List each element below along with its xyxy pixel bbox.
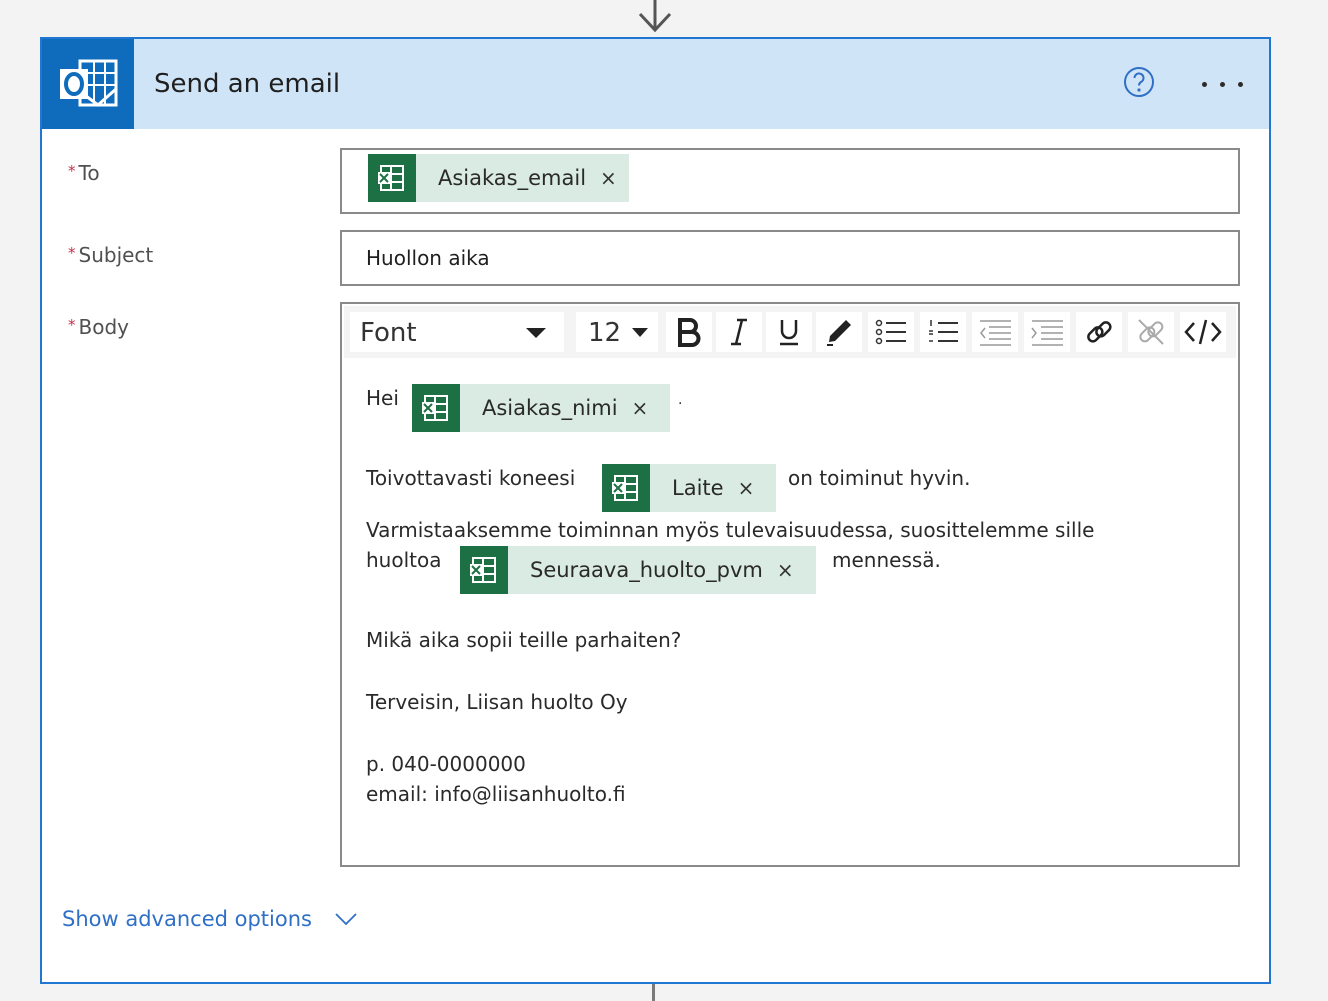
token-label: Laite bbox=[672, 476, 724, 500]
card-title: Send an email bbox=[154, 69, 341, 99]
body-line-2-start: Toivottavasti koneesi bbox=[366, 466, 576, 490]
show-advanced-options-label: Show advanced options bbox=[62, 907, 312, 931]
bullet-list-icon bbox=[875, 319, 906, 345]
required-marker: * bbox=[68, 162, 76, 180]
numbered-list-button[interactable] bbox=[920, 312, 966, 352]
flow-arrow-icon bbox=[638, 0, 672, 33]
insert-link-button[interactable] bbox=[1076, 312, 1122, 352]
help-icon[interactable] bbox=[1122, 65, 1156, 99]
outlook-icon bbox=[60, 59, 118, 107]
chevron-down-icon bbox=[526, 328, 546, 338]
subject-value: Huollon aika bbox=[366, 246, 490, 270]
flow-connector bbox=[652, 984, 655, 1001]
code-view-button[interactable] bbox=[1180, 312, 1226, 352]
code-icon bbox=[1184, 319, 1222, 345]
excel-token-icon bbox=[368, 154, 416, 202]
font-family-value: Font bbox=[360, 318, 417, 348]
underline-button[interactable] bbox=[766, 312, 812, 352]
send-email-action-card: Send an email * To Asiakas_email × * Subje… bbox=[40, 37, 1271, 984]
chevron-down-icon bbox=[335, 913, 357, 926]
card-header[interactable]: Send an email bbox=[42, 39, 1269, 129]
more-dot-icon bbox=[1238, 82, 1243, 87]
body-question: Mikä aika sopii teille parhaiten? bbox=[366, 628, 682, 652]
link-icon bbox=[1087, 321, 1112, 343]
body-greeting: Hei bbox=[366, 386, 399, 410]
subject-input[interactable]: Huollon aika bbox=[340, 230, 1240, 286]
underline-icon bbox=[780, 320, 798, 346]
token-label: Seuraava_huolto_pvm bbox=[530, 558, 763, 582]
required-marker: * bbox=[68, 316, 76, 334]
token-remove-icon[interactable]: × bbox=[738, 476, 755, 500]
body-editor[interactable]: Font 12 Hei Asiakas_nimi × · Toivottavas… bbox=[340, 302, 1240, 867]
body-email: email: info@liisanhuolto.fi bbox=[366, 782, 626, 806]
token-label: Asiakas_nimi bbox=[482, 396, 618, 420]
font-family-dropdown[interactable]: Font bbox=[350, 312, 564, 352]
subject-label: * Subject bbox=[68, 243, 153, 267]
font-size-value: 12 bbox=[588, 318, 622, 348]
token-remove-icon[interactable]: × bbox=[632, 396, 649, 420]
outlook-app-icon-box bbox=[42, 39, 134, 129]
more-options-button[interactable] bbox=[1192, 63, 1256, 103]
bullet-list-button[interactable] bbox=[868, 312, 914, 352]
outdent-icon bbox=[980, 320, 1011, 346]
italic-icon bbox=[731, 318, 747, 346]
token-remove-icon[interactable]: × bbox=[777, 558, 794, 582]
excel-token-icon bbox=[412, 384, 460, 432]
highlight-button[interactable] bbox=[816, 312, 862, 352]
decrease-indent-button[interactable] bbox=[972, 312, 1018, 352]
to-input[interactable]: Asiakas_email × bbox=[340, 148, 1240, 214]
body-phone: p. 040-0000000 bbox=[366, 752, 526, 776]
chevron-down-icon bbox=[632, 328, 648, 337]
bold-button[interactable] bbox=[666, 312, 712, 352]
body-signature: Terveisin, Liisan huolto Oy bbox=[366, 690, 628, 714]
body-label-text: Body bbox=[78, 315, 130, 339]
unlink-icon bbox=[1138, 319, 1164, 345]
remove-link-button[interactable] bbox=[1128, 312, 1174, 352]
more-dot-icon bbox=[1202, 82, 1207, 87]
to-label-text: To bbox=[78, 161, 100, 185]
body-token-seuraava-huolto-pvm[interactable]: Seuraava_huolto_pvm × bbox=[460, 546, 816, 594]
bold-icon bbox=[678, 318, 701, 347]
numbered-list-icon bbox=[929, 320, 958, 342]
body-line-4-end: mennessä. bbox=[832, 548, 941, 572]
excel-token-icon bbox=[460, 546, 508, 594]
required-marker: * bbox=[68, 244, 76, 262]
more-dot-icon bbox=[1220, 82, 1225, 87]
token-label: Asiakas_email bbox=[438, 166, 587, 190]
greeting-suffix: · bbox=[678, 396, 683, 412]
body-token-laite[interactable]: Laite × bbox=[602, 464, 777, 512]
italic-button[interactable] bbox=[716, 312, 762, 352]
body-line-2-end: on toiminut hyvin. bbox=[788, 466, 971, 490]
rich-text-toolbar: Font 12 bbox=[344, 306, 1236, 358]
increase-indent-button[interactable] bbox=[1024, 312, 1070, 352]
to-label: * To bbox=[68, 161, 100, 185]
indent-icon bbox=[1031, 320, 1063, 346]
body-line-3: Varmistaaksemme toiminnan myös tulevaisu… bbox=[366, 518, 1095, 542]
token-remove-icon[interactable]: × bbox=[600, 166, 617, 190]
pen-icon bbox=[827, 320, 851, 346]
font-size-dropdown[interactable]: 12 bbox=[576, 312, 658, 352]
body-line-4-start: huoltoa bbox=[366, 548, 442, 572]
excel-token-icon bbox=[602, 464, 650, 512]
to-token-asiakas-email[interactable]: Asiakas_email × bbox=[368, 154, 629, 202]
show-advanced-options-link[interactable]: Show advanced options bbox=[62, 907, 358, 931]
subject-label-text: Subject bbox=[78, 243, 154, 267]
body-token-asiakas-nimi[interactable]: Asiakas_nimi × bbox=[412, 384, 671, 432]
body-label: * Body bbox=[68, 315, 129, 339]
